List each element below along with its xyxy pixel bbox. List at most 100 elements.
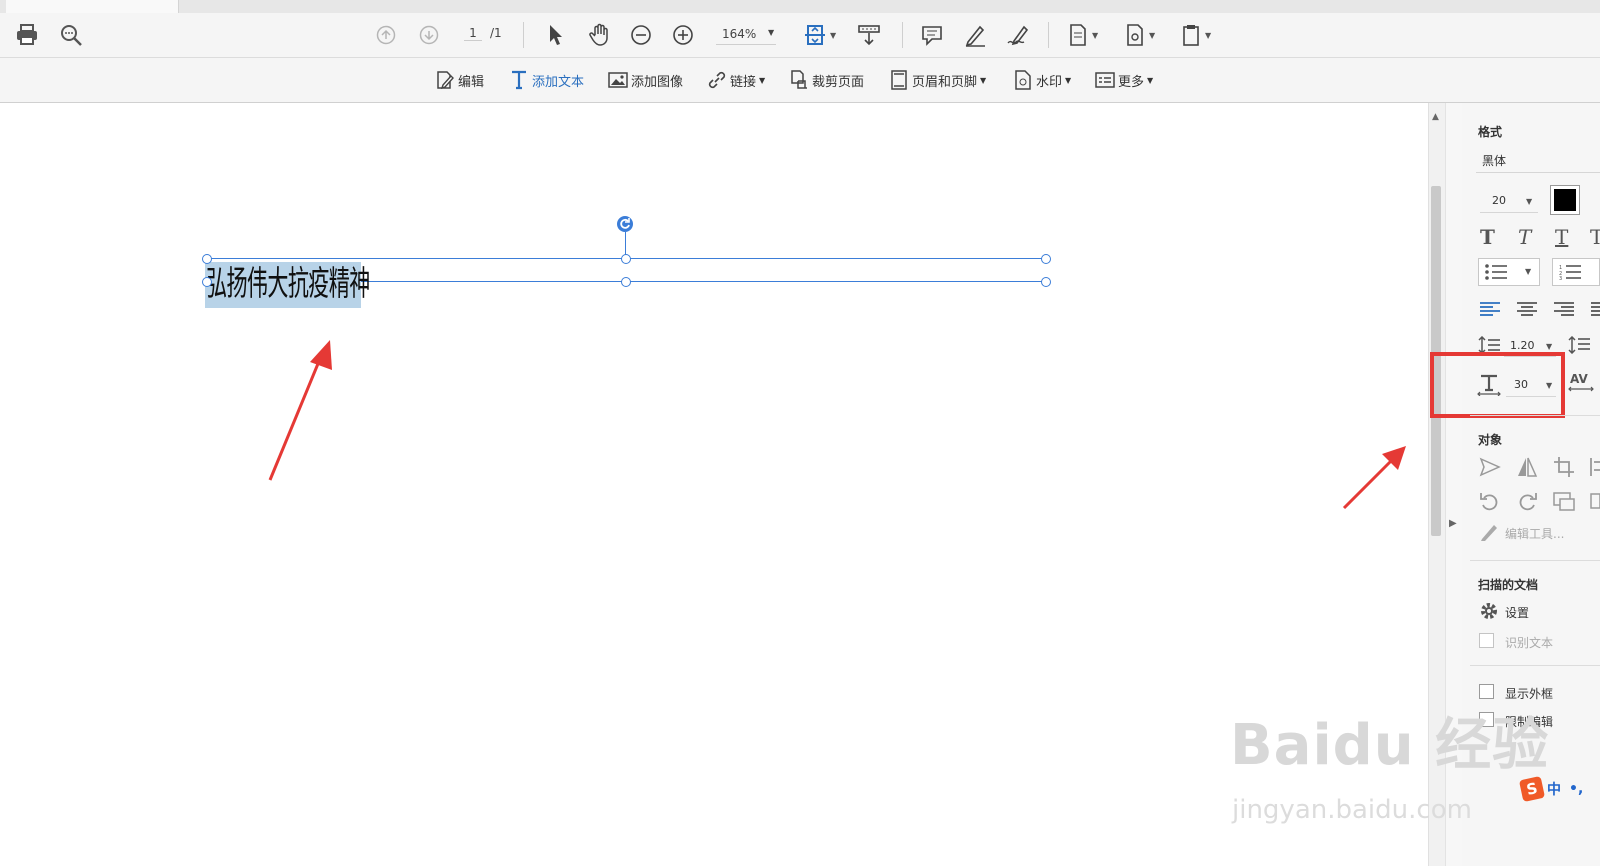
svg-text:AV: AV (1570, 372, 1588, 386)
main-toolbar (0, 13, 1600, 58)
add-text-label: 添加文本 (532, 74, 585, 90)
chevron-down-icon: ▼ (980, 75, 987, 85)
header-footer-button[interactable]: 页眉和页脚 ▼ (888, 69, 986, 91)
scroll-up-icon[interactable]: ▲ (1432, 112, 1439, 122)
toolbar-divider (902, 22, 903, 48)
hand-tool-icon[interactable] (587, 22, 613, 48)
settings-link[interactable]: 设置 (1505, 604, 1529, 621)
format-heading: 格式 (1478, 125, 1503, 139)
font-family-select[interactable]: 黑体 (1476, 146, 1600, 173)
bullet-list-button[interactable]: ▼ (1478, 258, 1540, 286)
edit-button[interactable]: 编辑 (434, 69, 484, 91)
zoom-in-icon[interactable] (671, 23, 695, 47)
align-left-icon[interactable] (1480, 302, 1500, 316)
chevron-down-icon: ▼ (768, 28, 775, 37)
document-icon[interactable] (1067, 22, 1089, 48)
comment-icon[interactable] (919, 22, 945, 48)
panel-divider (1470, 415, 1600, 416)
rotate-left-icon[interactable] (1479, 490, 1501, 512)
zoom-level-select[interactable]: 164% ▼ (716, 24, 776, 45)
resize-handle[interactable] (1041, 254, 1051, 264)
fit-page-icon[interactable] (803, 22, 829, 48)
chevron-down-icon: ▼ (759, 75, 766, 85)
object-heading: 对象 (1478, 433, 1503, 447)
italic-icon[interactable]: T (1518, 225, 1531, 249)
paragraph-spacing-icon[interactable] (1568, 336, 1590, 354)
scroll-mode-icon[interactable] (856, 22, 882, 48)
recognize-text-label: 识别文本 (1505, 636, 1554, 650)
recognize-text-checkbox[interactable] (1479, 633, 1494, 648)
send-object-icon[interactable] (1479, 456, 1501, 478)
edit-tool-link[interactable]: 编辑工具... (1505, 525, 1564, 542)
link-label: 链接 (730, 74, 757, 90)
previous-page-icon[interactable] (375, 24, 397, 46)
document-tab[interactable] (6, 0, 179, 13)
chevron-down-icon[interactable]: ▼ (1149, 31, 1155, 40)
print-icon[interactable] (14, 22, 40, 48)
add-image-button[interactable]: 添加图像 (607, 69, 683, 91)
chevron-down-icon[interactable]: ▼ (830, 31, 836, 40)
sign-pen-icon[interactable] (1005, 22, 1033, 48)
crop-page-button[interactable]: 裁剪页面 (788, 69, 864, 91)
underline-icon[interactable]: T (1555, 225, 1568, 249)
show-border-checkbox[interactable] (1479, 684, 1494, 699)
font-family-value: 黑体 (1482, 154, 1507, 168)
resize-handle[interactable] (621, 254, 631, 264)
image-icon (607, 69, 629, 91)
align-right-icon[interactable] (1554, 302, 1574, 316)
zoom-search-icon[interactable] (58, 22, 84, 48)
align-objects-icon[interactable] (1590, 456, 1600, 478)
document-text[interactable]: 弘扬伟大抗疫精神 (206, 256, 370, 305)
document-canvas[interactable] (0, 103, 1428, 866)
expand-panel-icon[interactable]: ▶ (1449, 518, 1457, 529)
bullet-list-icon (1485, 264, 1507, 280)
chevron-down-icon: ▼ (1546, 342, 1553, 351)
rotate-right-icon[interactable] (1516, 490, 1538, 512)
resize-handle[interactable] (621, 277, 631, 287)
superscript-icon[interactable]: T (1590, 225, 1600, 249)
character-spacing-icon[interactable]: AV (1568, 372, 1594, 394)
add-text-button[interactable]: 添加文本 (508, 69, 584, 91)
punctuation-icon: •, (1569, 781, 1584, 797)
align-justify-icon[interactable] (1591, 302, 1600, 316)
annotation-highlight-box (1430, 352, 1565, 418)
bold-icon[interactable]: T (1480, 225, 1495, 249)
replace-image-icon[interactable] (1553, 490, 1575, 512)
annotation-arrow-icon (268, 340, 332, 481)
baidu-watermark-url: jingyan.baidu.com (1232, 795, 1472, 825)
text-tool-icon (508, 69, 530, 91)
more-button[interactable]: 更多 ▼ (1094, 69, 1153, 91)
document-export-icon[interactable] (1124, 22, 1146, 48)
watermark-button[interactable]: 水印 ▼ (1012, 69, 1071, 91)
font-color-picker[interactable] (1550, 185, 1580, 215)
highlight-pen-icon[interactable] (962, 22, 988, 48)
chevron-down-icon[interactable]: ▼ (1205, 31, 1211, 40)
chevron-down-icon: ▼ (1526, 197, 1533, 206)
add-image-label: 添加图像 (631, 74, 684, 90)
chevron-down-icon[interactable]: ▼ (1092, 31, 1098, 40)
arrange-icon[interactable] (1590, 490, 1600, 512)
resize-handle[interactable] (1041, 277, 1051, 287)
select-arrow-icon[interactable] (545, 23, 567, 47)
zoom-out-icon[interactable] (629, 23, 653, 47)
link-icon (706, 69, 728, 91)
align-center-icon[interactable] (1517, 302, 1537, 316)
ime-indicator[interactable]: S 中 •, (1518, 775, 1600, 803)
resize-handle[interactable] (202, 254, 212, 264)
link-button[interactable]: 链接 ▼ (706, 69, 765, 91)
resize-handle[interactable] (202, 277, 212, 287)
watermark-icon (1012, 69, 1034, 91)
chevron-down-icon: ▼ (1525, 267, 1532, 276)
numbered-list-icon: 123 (1559, 265, 1581, 280)
panel-divider (1470, 560, 1600, 561)
numbered-list-button[interactable]: 123 (1552, 258, 1600, 286)
flip-horizontal-icon[interactable] (1516, 456, 1538, 478)
crop-object-icon[interactable] (1553, 456, 1575, 478)
rotate-handle-icon[interactable] (617, 216, 633, 232)
toolbar-divider (523, 22, 524, 48)
font-size-select[interactable]: 20 ▼ (1480, 188, 1538, 213)
next-page-icon[interactable] (418, 24, 440, 46)
page-number-input[interactable]: 1 (464, 26, 482, 41)
document-pages-icon[interactable] (1180, 22, 1202, 48)
chevron-down-icon: ▼ (1147, 75, 1154, 85)
